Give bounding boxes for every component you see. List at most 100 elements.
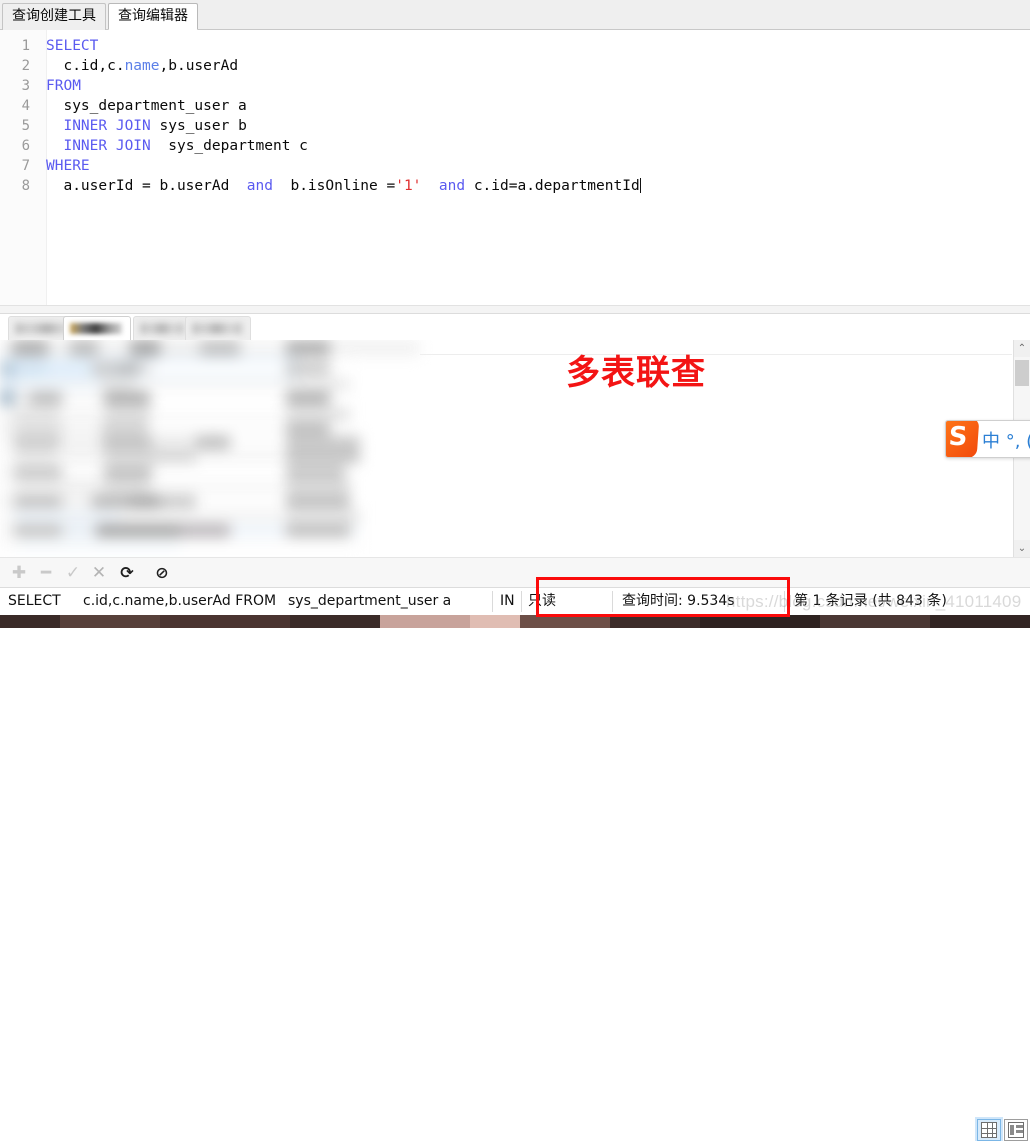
sql-code-lines: 1 SELECT 2 c.id,c.name,b.userAd 3 FROM 4 sys_… <box>0 36 1030 196</box>
delete-record-icon[interactable]: ━ <box>36 563 56 583</box>
table-row <box>0 450 370 463</box>
tab-query-builder-label: 查询创建工具 <box>12 8 96 24</box>
tab-query-builder[interactable]: 查询创建工具 <box>2 3 106 30</box>
panel-splitter[interactable] <box>0 305 1030 314</box>
code-line-text: c.id,c.name,b.userAd <box>46 56 238 76</box>
result-tab-4[interactable] <box>185 316 251 340</box>
code-line: 3 FROM <box>0 76 1030 96</box>
scroll-thumb[interactable] <box>1015 360 1029 386</box>
line-number: 6 <box>21 138 30 154</box>
line-number: 4 <box>21 98 30 114</box>
table-row <box>0 480 350 493</box>
scroll-down-arrow-icon[interactable]: ⌄ <box>1014 540 1030 557</box>
sogou-logo-icon: S <box>946 421 980 457</box>
confirm-record-icon[interactable]: ✓ <box>63 563 83 583</box>
grid-view-button[interactable] <box>975 1117 1003 1141</box>
code-token: '1' <box>395 178 422 194</box>
code-token: ,b.userAd <box>159 58 239 74</box>
ime-mode-label[interactable]: 中 °, ( <box>982 427 1030 453</box>
table-row <box>0 378 350 391</box>
table-row <box>0 422 350 435</box>
table-row <box>0 510 360 523</box>
status-sql-table: sys_department_user a <box>288 593 452 609</box>
code-line-text: INNER JOIN sys_department c <box>46 136 307 156</box>
refresh-icon[interactable]: ⟳ <box>117 563 137 583</box>
code-line: 4 sys_department_user a <box>0 96 1030 116</box>
code-token: c.id=a.departmentId <box>465 178 640 194</box>
code-line: 8 a.userId = b.userAd and b.isOnline ='1… <box>0 176 1030 196</box>
code-line: 1 SELECT <box>0 36 1030 56</box>
code-line-text: INNER JOIN sys_user b <box>46 116 247 136</box>
code-line-text: a.userId = b.userAd and b.isOnline ='1' … <box>46 176 641 196</box>
code-token: and <box>438 178 466 194</box>
status-sql-keyword: SELECT <box>8 593 61 609</box>
status-divider <box>521 591 522 612</box>
code-token: WHERE <box>46 158 90 174</box>
code-token: and <box>246 178 273 194</box>
code-line-text: SELECT <box>46 36 98 56</box>
result-tab-3-label <box>140 323 184 334</box>
line-number: 1 <box>21 38 30 54</box>
scroll-up-arrow-icon[interactable]: ⌃ <box>1014 340 1030 357</box>
code-token: FROM <box>46 78 81 94</box>
table-row <box>0 524 360 537</box>
cancel-record-icon[interactable]: ✕ <box>89 563 109 583</box>
code-token: name <box>124 58 160 74</box>
desktop-background-strip <box>0 615 1030 628</box>
code-token: INNER JOIN <box>63 138 151 154</box>
table-row <box>0 436 370 449</box>
line-number: 5 <box>21 118 30 134</box>
line-number: 8 <box>21 178 30 194</box>
code-line: 5 INNER JOIN sys_user b <box>0 116 1030 136</box>
table-row <box>0 362 350 375</box>
status-sql-join: IN <box>500 593 515 609</box>
tab-query-editor[interactable]: 查询编辑器 <box>108 3 198 30</box>
code-token: sys_user b <box>150 118 247 134</box>
code-line-text: WHERE <box>46 156 90 176</box>
code-token: sys_department_user a <box>46 98 247 114</box>
code-line: 7 WHERE <box>0 156 1030 176</box>
line-number: 3 <box>21 78 30 94</box>
code-token: a.userId = b.userAd <box>46 178 247 194</box>
add-record-icon[interactable]: ✚ <box>9 563 29 583</box>
sogou-ime-bar[interactable]: S 中 °, ( <box>945 420 1030 458</box>
annotation-redbox-query-time <box>536 577 790 617</box>
form-view-icon <box>1008 1122 1024 1138</box>
table-row <box>0 495 360 508</box>
editor-tabbar: 查询创建工具 查询编辑器 <box>0 0 1030 30</box>
result-tabbar <box>0 314 1030 340</box>
result-grid-header-row <box>0 340 420 356</box>
annotation-multi-table-join: 多表联查 <box>566 353 706 393</box>
grid-view-icon <box>981 1122 997 1138</box>
table-row <box>0 538 360 551</box>
code-line: 2 c.id,c.name,b.userAd <box>0 56 1030 76</box>
code-token: SELECT <box>46 38 99 54</box>
code-token: b.isOnline = <box>273 178 396 194</box>
tab-query-editor-label: 查询编辑器 <box>118 8 188 24</box>
text-cursor <box>639 178 641 193</box>
code-token: INNER JOIN <box>63 118 151 134</box>
result-tab-2[interactable] <box>63 316 131 340</box>
sql-editor[interactable]: 1 SELECT 2 c.id,c.name,b.userAd 3 FROM 4 sys_… <box>0 30 1030 305</box>
status-divider <box>492 591 493 612</box>
result-tab-4-label <box>192 323 242 334</box>
result-grid-blurred-content <box>0 340 1030 557</box>
code-line-text: sys_department_user a <box>46 96 247 116</box>
sql-client-window: 查询创建工具 查询编辑器 1 SELECT 2 c.id,c.name,b.user… <box>0 0 1030 1141</box>
table-row <box>0 466 350 479</box>
record-toolbar: ✚ ━ ✓ ✕ ⟳ ⊘ <box>0 557 1030 1141</box>
table-row <box>0 408 350 421</box>
line-number: 2 <box>21 58 30 74</box>
result-tab-3[interactable] <box>133 316 193 340</box>
result-grid[interactable]: ⌃ ⌄ <box>0 340 1030 557</box>
stop-icon[interactable]: ⊘ <box>152 563 172 583</box>
line-number: 7 <box>21 158 30 174</box>
result-tab-2-label <box>70 323 122 334</box>
status-sql-columns: c.id,c.name,b.userAd FROM <box>83 593 277 609</box>
form-view-button[interactable] <box>1004 1119 1028 1141</box>
code-token: c.id,c. <box>46 58 125 74</box>
code-line: 6 INNER JOIN sys_department c <box>0 136 1030 156</box>
